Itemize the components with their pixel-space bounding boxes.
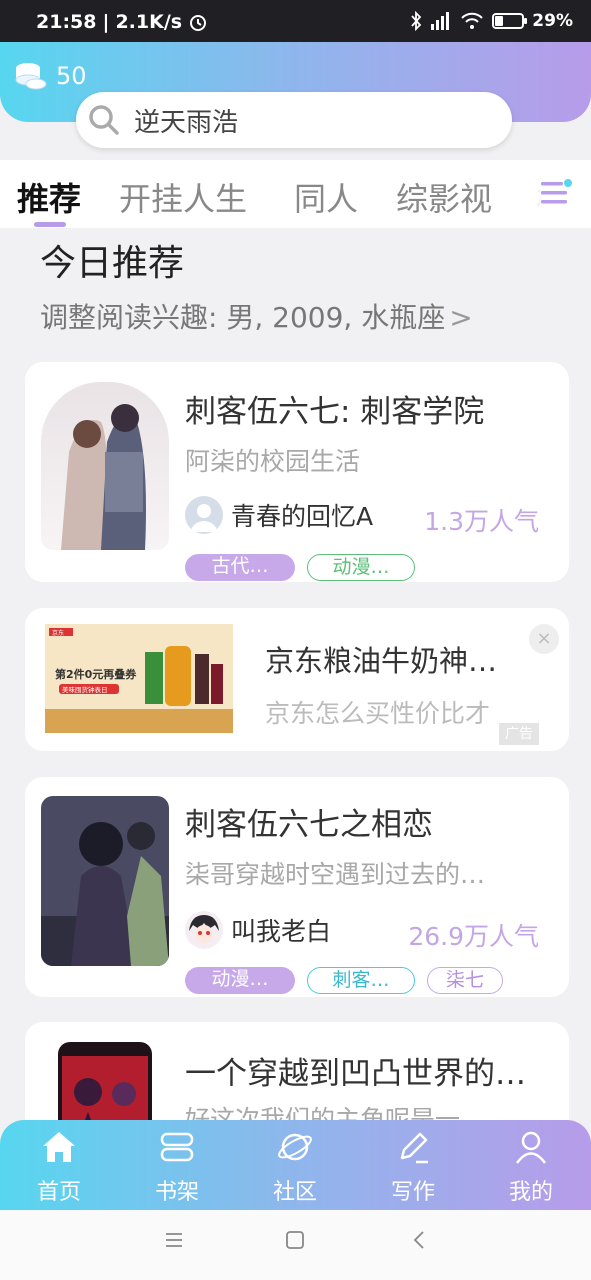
nav-write-label: 写作 — [390, 1180, 435, 1205]
tab-recommend[interactable]: 推荐 — [17, 174, 81, 220]
signal-icon — [431, 12, 450, 30]
back-icon[interactable] — [410, 1230, 430, 1250]
close-icon[interactable]: × — [529, 624, 559, 654]
nav-bookshelf-label: 书架 — [154, 1180, 199, 1205]
pen-icon — [400, 1132, 428, 1164]
category-tabs: 推荐 开挂人生 同人 综影视 校园 — [0, 160, 591, 228]
tab-menu-icon[interactable] — [539, 176, 573, 210]
community-planet-icon — [278, 1133, 312, 1161]
reading-interest-text: 调整阅读兴趣: 男, 2009, 水瓶座 — [40, 301, 446, 334]
svg-text:京东: 京东 — [52, 629, 64, 637]
book-tag[interactable]: 刺客… — [307, 967, 415, 994]
book-title: 刺客伍六七: 刺客学院 — [185, 394, 485, 430]
tab-cheat-life[interactable]: 开挂人生 — [119, 174, 247, 220]
tab-film-tv[interactable]: 综影视 — [396, 174, 492, 220]
svg-text:美味囤货钟表日: 美味囤货钟表日 — [62, 685, 108, 694]
home-square-icon[interactable] — [285, 1230, 305, 1250]
avatar — [185, 911, 223, 949]
ad-title: 京东粮油牛奶神… — [265, 644, 498, 678]
author-name: 叫我老白 — [231, 917, 332, 946]
bookshelf-icon — [160, 1132, 194, 1162]
book-card[interactable]: 刺客伍六七: 刺客学院 阿柒的校园生活 青春的回忆A 1.3万人气 古代… 动漫… — [25, 362, 569, 582]
status-bar: 21:58 | 2.1K/s 29% — [0, 0, 591, 42]
battery-icon — [492, 13, 528, 29]
wifi-icon — [461, 12, 484, 29]
network-speed: 2.1K/s — [115, 11, 183, 33]
nav-profile[interactable]: 我的 — [486, 1128, 576, 1206]
nav-community-label: 社区 — [272, 1180, 317, 1205]
popularity: 1.3万人气 — [424, 507, 539, 536]
system-navigation-bar — [0, 1210, 591, 1280]
coin-count: 50 — [56, 62, 87, 90]
book-author[interactable]: 青春的回忆A — [185, 496, 373, 534]
book-tag[interactable]: 柒七 — [427, 967, 503, 994]
book-description: 柒哥穿越时空遇到过去的… — [185, 860, 486, 889]
book-cover — [41, 796, 169, 966]
book-title: 刺客伍六七之相恋 — [185, 807, 433, 843]
ad-card[interactable]: 京东 第2件0元再叠券 美味囤货钟表日 京东粮油牛奶神… 京东怎么买性价比才 ×… — [25, 608, 569, 751]
alarm-icon — [190, 15, 207, 31]
author-name: 青春的回忆A — [231, 502, 374, 531]
coins-icon — [15, 63, 47, 90]
popularity: 26.9万人气 — [408, 922, 539, 951]
ad-image: 京东 第2件0元再叠券 美味囤货钟表日 — [45, 624, 233, 733]
book-tag[interactable]: 动漫… — [185, 967, 295, 994]
coin-balance[interactable]: 50 — [14, 60, 87, 92]
book-tag[interactable]: 动漫… — [307, 554, 415, 581]
nav-write[interactable]: 写作 — [368, 1128, 458, 1206]
book-tag[interactable]: 古代… — [185, 554, 295, 581]
status-time: 21:58 — [36, 11, 97, 33]
avatar — [185, 496, 223, 534]
home-icon — [43, 1132, 75, 1162]
bottom-navigation: 首页 书架 社区 写作 我的 — [0, 1120, 591, 1210]
bluetooth-icon — [411, 11, 422, 31]
book-cover — [41, 382, 169, 550]
book-card[interactable]: 刺客伍六七之相恋 柒哥穿越时空遇到过去的… 叫我老白 26.9万人气 动漫… 刺… — [25, 777, 569, 997]
ad-description: 京东怎么买性价比才 — [265, 699, 491, 728]
search-placeholder: 逆天雨浩 — [134, 107, 239, 138]
active-tab-indicator — [34, 222, 66, 227]
book-title: 一个穿越到凹凸世界的… — [185, 1056, 526, 1092]
search-icon — [89, 105, 119, 135]
svg-text:第2件0元再叠券: 第2件0元再叠券 — [55, 667, 137, 681]
tab-fanfic[interactable]: 同人 — [294, 174, 358, 220]
book-description: 阿柒的校园生活 — [185, 447, 361, 476]
chevron-right-icon: > — [449, 301, 473, 334]
section-title: 今日推荐 — [40, 243, 185, 284]
nav-community[interactable]: 社区 — [250, 1128, 340, 1206]
nav-home[interactable]: 首页 — [14, 1128, 104, 1206]
battery-percent: 29% — [532, 11, 573, 31]
nav-profile-label: 我的 — [508, 1180, 553, 1205]
reading-interest-link[interactable]: 调整阅读兴趣: 男, 2009, 水瓶座 > — [40, 296, 473, 336]
nav-bookshelf[interactable]: 书架 — [132, 1128, 222, 1206]
search-bar[interactable]: 逆天雨浩 — [76, 92, 512, 148]
menu-icon[interactable] — [164, 1230, 184, 1250]
book-author[interactable]: 叫我老白 — [185, 911, 331, 949]
profile-icon — [515, 1131, 547, 1164]
ad-badge: 广告 — [499, 723, 539, 745]
nav-home-label: 首页 — [36, 1180, 81, 1205]
